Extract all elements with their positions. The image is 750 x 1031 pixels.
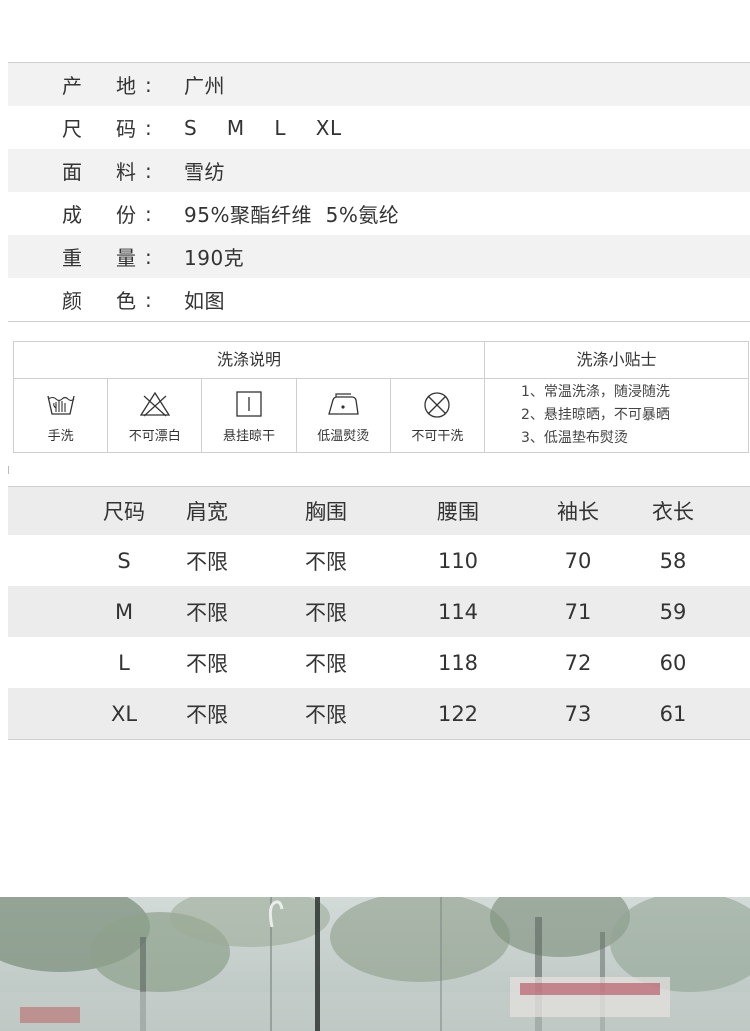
- cell-length: 60: [659, 650, 687, 675]
- care-label: 不可干洗: [411, 429, 464, 444]
- size-table-header: 尺码 肩宽 胸围 腰围 袖长 衣长: [8, 487, 750, 535]
- spec-key-char: 产: [62, 74, 82, 98]
- header-chest: 胸围: [305, 500, 347, 524]
- spec-key-char: 量: [116, 246, 136, 270]
- header-sleeve: 袖长: [557, 500, 599, 524]
- spec-key-char: 色: [116, 289, 136, 313]
- spec-row-origin: 产 地 : 广州: [8, 63, 750, 106]
- cell-shoulder: 不限: [186, 702, 228, 727]
- care-label: 悬挂晾干: [223, 429, 276, 444]
- cell-waist: 118: [437, 650, 479, 675]
- spec-colon: :: [145, 201, 152, 226]
- cell-waist: 114: [437, 599, 479, 624]
- cell-length: 61: [659, 701, 687, 726]
- spec-row-color: 颜 色 : 如图: [8, 278, 750, 321]
- cell-length: 59: [659, 599, 687, 624]
- spec-key-char: 面: [62, 160, 82, 184]
- cell-chest: 不限: [305, 702, 347, 727]
- spec-key-char: 码: [116, 117, 136, 141]
- spec-value: 广州: [184, 74, 225, 98]
- care-tip: 3、低温垫布熨烫: [521, 430, 628, 446]
- spec-value: 95%聚酯纤维 5%氨纶: [184, 203, 400, 227]
- spec-colon: :: [145, 72, 152, 97]
- cell-length: 58: [659, 548, 687, 573]
- spec-key-char: 颜: [62, 289, 82, 313]
- cell-waist: 110: [437, 548, 479, 573]
- hang-dry-icon: [236, 391, 262, 417]
- table-row: M 不限 不限 114 71 59: [8, 586, 750, 637]
- cell-size: XL: [110, 701, 138, 726]
- cell-sleeve: 70: [564, 548, 592, 573]
- cell-waist: 122: [437, 701, 479, 726]
- spec-key-char: 地: [116, 74, 136, 98]
- spec-row-size: 尺 码 : S M L XL: [8, 106, 750, 149]
- table-row: S 不限 不限 110 70 58: [8, 535, 750, 586]
- care-tip: 2、悬挂晾晒，不可暴晒: [521, 407, 670, 423]
- spec-colon: :: [145, 244, 152, 269]
- table-row: L 不限 不限 118 72 60: [8, 637, 750, 688]
- header-waist: 腰围: [437, 500, 479, 524]
- spec-value: 190克: [184, 246, 245, 270]
- spec-list: 产 地 : 广州 尺 码 : S M L XL 面 料 : 雪纺 成 份 : 9…: [8, 62, 750, 322]
- cell-sleeve: 73: [564, 701, 592, 726]
- cell-chest: 不限: [305, 549, 347, 574]
- spec-colon: :: [145, 158, 152, 183]
- cell-chest: 不限: [305, 651, 347, 676]
- photo-scene: [0, 897, 750, 1031]
- table-row: XL 不限 不限 122 73 61: [8, 688, 750, 739]
- cell-sleeve: 72: [564, 650, 592, 675]
- spec-key-char: 份: [116, 203, 136, 227]
- product-photo-top: [0, 897, 750, 1031]
- care-instructions-table: 洗涤说明 洗涤小贴士 手洗 不可漂白 悬挂晾干 低温熨烫 不可干洗 1、常温洗涤…: [13, 341, 749, 453]
- care-hang-dry: 悬挂晾干: [202, 378, 297, 452]
- care-no-dry-clean: 不可干洗: [391, 378, 484, 452]
- spec-value: S M L XL: [184, 115, 342, 140]
- care-tips: 1、常温洗涤，随浸随洗 2、悬挂晾晒，不可暴晒 3、低温垫布熨烫: [484, 378, 748, 452]
- hand-wash-icon: [46, 395, 75, 415]
- care-header: 洗涤说明 洗涤小贴士: [14, 342, 748, 379]
- spec-value: 雪纺: [184, 160, 225, 184]
- spec-key-char: 重: [62, 246, 82, 270]
- no-bleach-icon: [139, 391, 170, 417]
- care-label: 不可漂白: [128, 429, 181, 444]
- cell-size: S: [117, 548, 131, 573]
- spec-key-char: 尺: [62, 117, 82, 141]
- care-tip: 1、常温洗涤，随浸随洗: [521, 384, 670, 400]
- spec-row-weight: 重 量 : 190克: [8, 235, 750, 278]
- spec-value: 如图: [184, 289, 225, 313]
- care-label: 手洗: [47, 429, 74, 444]
- cell-size: M: [114, 599, 134, 624]
- cell-size: L: [118, 650, 130, 675]
- cell-shoulder: 不限: [186, 651, 228, 676]
- header-length: 衣长: [652, 500, 694, 524]
- cell-chest: 不限: [305, 600, 347, 625]
- size-table: 尺码 肩宽 胸围 腰围 袖长 衣长 S 不限 不限 110 70 58 M 不限…: [8, 486, 750, 740]
- header-size: 尺码: [103, 500, 145, 524]
- spec-row-composition: 成 份 : 95%聚酯纤维 5%氨纶: [8, 192, 750, 235]
- care-icon-row: 手洗 不可漂白 悬挂晾干 低温熨烫 不可干洗: [14, 378, 484, 452]
- header-shoulder: 肩宽: [186, 500, 228, 524]
- spec-key-char: 成: [62, 203, 82, 227]
- cell-shoulder: 不限: [186, 600, 228, 625]
- no-dry-clean-icon: [424, 392, 451, 418]
- care-hand-wash: 手洗: [14, 378, 109, 452]
- spec-key-char: 料: [116, 160, 136, 184]
- care-low-iron: 低温熨烫: [297, 378, 391, 452]
- cell-shoulder: 不限: [186, 549, 228, 574]
- divider-mark: [8, 466, 9, 474]
- care-header-tips: 洗涤小贴士: [484, 342, 748, 378]
- cell-sleeve: 71: [564, 599, 592, 624]
- low-iron-icon: [328, 393, 359, 415]
- spec-colon: :: [145, 115, 152, 140]
- care-label: 低温熨烫: [317, 429, 370, 444]
- spec-colon: :: [145, 287, 152, 312]
- care-header-wash: 洗涤说明: [216, 350, 281, 369]
- spec-row-fabric: 面 料 : 雪纺: [8, 149, 750, 192]
- care-no-bleach: 不可漂白: [108, 378, 203, 452]
